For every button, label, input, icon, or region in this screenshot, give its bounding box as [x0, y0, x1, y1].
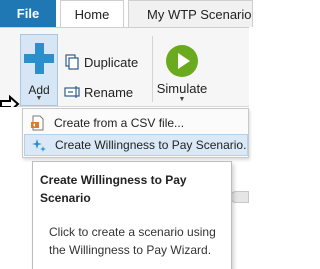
- ribbon-panel: Add ▼ Duplicate Rename Simulate ▼: [0, 27, 249, 107]
- menu-item-create-wtp-scenario[interactable]: Create Willingness to Pay Scenario...: [24, 134, 248, 156]
- rename-button[interactable]: Rename: [64, 81, 133, 103]
- chevron-down-icon: ▼: [35, 95, 43, 102]
- rename-icon: [64, 84, 80, 100]
- chevron-down-icon: ▼: [178, 96, 186, 103]
- tab-home[interactable]: Home: [60, 0, 124, 27]
- tooltip-body: Click to create a scenario using the Wil…: [49, 225, 216, 257]
- duplicate-label: Duplicate: [84, 54, 139, 70]
- duplicate-button[interactable]: Duplicate: [64, 51, 138, 73]
- tooltip: Create Willingness to Pay Scenario Click…: [32, 161, 232, 269]
- add-dropdown-menu: Create from a CSV file... Create Willing…: [22, 108, 249, 158]
- ribbon-tab-strip: File Home My WTP Scenario S: [0, 0, 253, 27]
- tooltip-title: Create Willingness to Pay Scenario: [40, 173, 187, 205]
- duplicate-icon: [64, 54, 80, 70]
- menu-item-label: Create from a CSV file...: [54, 116, 185, 130]
- ribbon-separator: [152, 36, 153, 102]
- sparkle-icon: [31, 137, 47, 153]
- add-button[interactable]: Add ▼: [20, 34, 58, 106]
- simulate-button[interactable]: Simulate ▼: [154, 45, 210, 105]
- tab-wtp-scenario[interactable]: My WTP Scenario S: [128, 0, 253, 27]
- tab-file[interactable]: File: [0, 0, 56, 27]
- menu-item-create-from-csv[interactable]: Create from a CSV file...: [24, 112, 248, 134]
- simulate-label: Simulate: [156, 81, 208, 96]
- menu-item-label: Create Willingness to Pay Scenario...: [55, 138, 248, 152]
- toggle-switch[interactable]: [230, 191, 249, 203]
- rename-label: Rename: [84, 84, 134, 100]
- csv-file-icon: [30, 115, 46, 131]
